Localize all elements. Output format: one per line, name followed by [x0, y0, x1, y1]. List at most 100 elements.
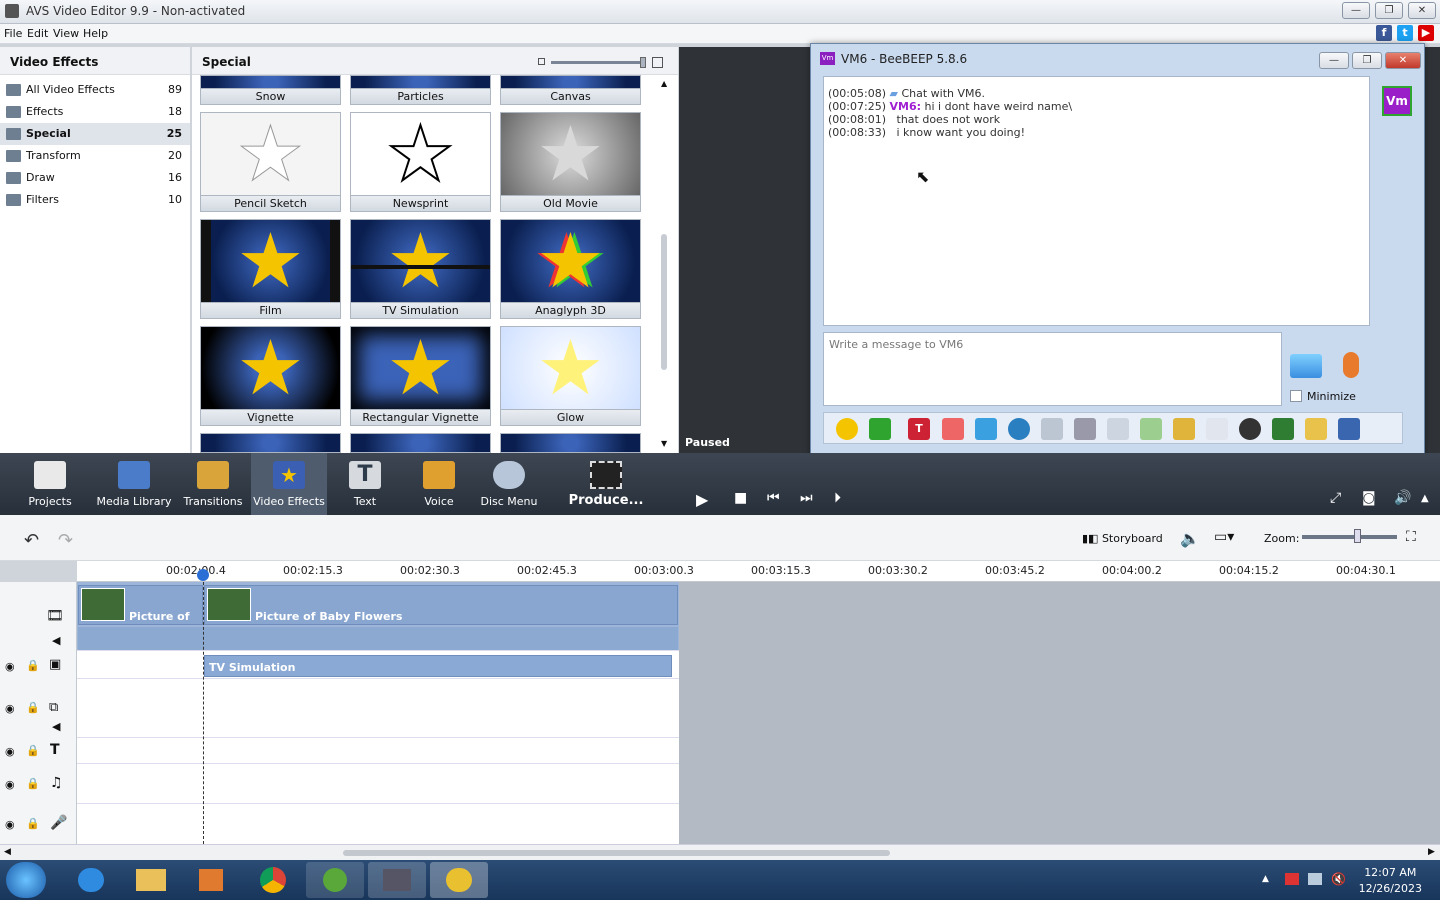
- tray-expand-icon[interactable]: ▲: [1262, 874, 1269, 884]
- effect-thumbnail[interactable]: [200, 433, 341, 453]
- code-icon[interactable]: [1206, 418, 1228, 440]
- effect-glow[interactable]: ★ Glow: [500, 326, 641, 426]
- effect-newsprint[interactable]: ★ Newsprint: [350, 112, 491, 212]
- eye-icon[interactable]: ◉: [5, 660, 15, 673]
- snapshot-button[interactable]: ◙: [1362, 490, 1376, 506]
- youtube-icon[interactable]: ▶: [1418, 25, 1434, 41]
- start-button[interactable]: [6, 862, 46, 898]
- video-clip[interactable]: Picture of ...: [78, 585, 203, 636]
- size-slider[interactable]: [538, 57, 663, 68]
- lock-icon[interactable]: 🔒: [26, 744, 40, 757]
- effect-film[interactable]: ★ Film: [200, 219, 341, 319]
- beebeep-icon[interactable]: [430, 862, 488, 898]
- effect-old-movie[interactable]: ★ Old Movie: [500, 112, 641, 212]
- effect-vignette[interactable]: ★ Vignette: [200, 326, 341, 426]
- microphone-icon[interactable]: [1343, 352, 1359, 378]
- timeline-ruler[interactable]: 00:02:00.4 00:02:15.3 00:02:30.3 00:02:4…: [77, 561, 1440, 582]
- volume-button[interactable]: 🔊: [1394, 490, 1411, 506]
- split-button[interactable]: ⏵: [834, 490, 841, 506]
- volume-muted-icon[interactable]: 🔇: [1331, 872, 1346, 886]
- toolbar-projects[interactable]: Projects: [18, 453, 82, 515]
- action-center-icon[interactable]: [1285, 873, 1299, 885]
- effect-thumbnail[interactable]: [500, 433, 641, 453]
- previous-frame-button[interactable]: ⏮: [767, 490, 780, 506]
- playhead-handle[interactable]: [197, 569, 209, 581]
- effect-clip[interactable]: TV Simulation: [204, 655, 672, 677]
- scroll-thumb[interactable]: [343, 850, 890, 856]
- menu-view[interactable]: View: [53, 27, 79, 40]
- screenshot-icon[interactable]: [1272, 418, 1294, 440]
- file-explorer-icon[interactable]: [122, 862, 180, 898]
- internet-explorer-icon[interactable]: [62, 862, 120, 898]
- windows-app-icon[interactable]: [306, 862, 364, 898]
- minimize-checkbox[interactable]: [1290, 390, 1302, 402]
- audio-sub-track[interactable]: [78, 627, 678, 650]
- effect-anaglyph-3d[interactable]: ★ Anaglyph 3D: [500, 219, 641, 319]
- category-all-video-effects[interactable]: All Video Effects 89: [0, 79, 190, 101]
- chrome-icon[interactable]: [244, 862, 302, 898]
- category-filters[interactable]: Filters 10: [0, 189, 190, 211]
- category-effects[interactable]: Effects 18: [0, 101, 190, 123]
- facebook-icon[interactable]: f: [1376, 25, 1392, 41]
- toolbar-disc-menu[interactable]: Disc Menu: [480, 453, 538, 515]
- chat-close-button[interactable]: ✕: [1385, 52, 1421, 69]
- lock-icon[interactable]: 🔒: [26, 777, 40, 790]
- media-player-icon[interactable]: [182, 862, 240, 898]
- next-frame-button[interactable]: ⏭: [800, 490, 813, 506]
- system-clock[interactable]: 12:07 AM 12/26/2023: [1359, 865, 1422, 897]
- eye-icon[interactable]: ◉: [5, 702, 15, 715]
- category-special[interactable]: Special 25: [0, 123, 190, 145]
- lock-icon[interactable]: 🔒: [26, 659, 40, 672]
- toolbar-text[interactable]: T Text: [336, 453, 394, 515]
- text-format-icon[interactable]: [1074, 418, 1096, 440]
- menu-file[interactable]: File: [4, 27, 22, 40]
- toolbar-transitions[interactable]: Transitions: [180, 453, 246, 515]
- chat-minimize-button[interactable]: —: [1319, 52, 1349, 69]
- zoom-slider[interactable]: [1302, 529, 1397, 543]
- effect-thumbnail[interactable]: [350, 433, 491, 453]
- notes-icon[interactable]: [1305, 418, 1327, 440]
- save-icon[interactable]: [1338, 418, 1360, 440]
- music-icon[interactable]: [1107, 418, 1129, 440]
- user-avatar[interactable]: Vm: [1382, 86, 1412, 116]
- lock-icon[interactable]: 🔒: [26, 701, 40, 714]
- effect-snow[interactable]: Snow: [200, 75, 341, 105]
- video-clip[interactable]: Picture of Baby Flowers: [204, 585, 678, 625]
- eye-icon[interactable]: ◉: [5, 745, 15, 758]
- undo-icon[interactable]: ↶: [24, 530, 39, 551]
- effect-pencil-sketch[interactable]: ★ Pencil Sketch: [200, 112, 341, 212]
- fullscreen-button[interactable]: ⤢: [1330, 490, 1341, 506]
- view-options-icon[interactable]: ▭▾: [1214, 529, 1234, 545]
- stop-button[interactable]: ■: [734, 490, 747, 506]
- produce-button[interactable]: Produce...: [566, 453, 646, 515]
- menu-edit[interactable]: Edit: [27, 27, 48, 40]
- font-icon[interactable]: T: [908, 418, 930, 440]
- settings-icon[interactable]: [1008, 418, 1030, 440]
- gallery-scrollbar[interactable]: ▲ ▼: [660, 79, 670, 451]
- eye-icon[interactable]: ◉: [5, 818, 15, 831]
- play-button[interactable]: ▶: [696, 490, 708, 509]
- toolbar-video-effects[interactable]: ★ Video Effects: [251, 453, 327, 515]
- camera-icon[interactable]: [1239, 418, 1261, 440]
- folder-share-icon[interactable]: [1173, 418, 1195, 440]
- toolbar-voice[interactable]: Voice: [410, 453, 468, 515]
- filter-icon[interactable]: [975, 418, 997, 440]
- storyboard-toggle[interactable]: ▮◧ Storyboard: [1082, 532, 1163, 545]
- avs-video-editor-icon[interactable]: [368, 862, 426, 898]
- audio-mixer-icon[interactable]: 🔈: [1180, 529, 1200, 548]
- effect-rectangular-vignette[interactable]: ★ Rectangular Vignette: [350, 326, 491, 426]
- green-arrow-icon[interactable]: [869, 418, 891, 440]
- spellcheck-icon[interactable]: [1041, 418, 1063, 440]
- timeline-scrollbar[interactable]: ◀ ▶: [0, 844, 1440, 860]
- chat-maximize-button[interactable]: ❐: [1352, 52, 1382, 69]
- restore-button[interactable]: ❐: [1375, 2, 1403, 19]
- minimize-button[interactable]: —: [1342, 2, 1370, 19]
- category-draw[interactable]: Draw 16: [0, 167, 190, 189]
- redo-icon[interactable]: ↷: [58, 530, 73, 551]
- twitter-icon[interactable]: t: [1397, 25, 1413, 41]
- effect-tv-simulation[interactable]: ★ TV Simulation: [350, 219, 491, 319]
- toolbar-media-library[interactable]: Media Library: [96, 453, 172, 515]
- eye-icon[interactable]: ◉: [5, 778, 15, 791]
- color-icon[interactable]: [942, 418, 964, 440]
- close-button[interactable]: ✕: [1408, 2, 1436, 19]
